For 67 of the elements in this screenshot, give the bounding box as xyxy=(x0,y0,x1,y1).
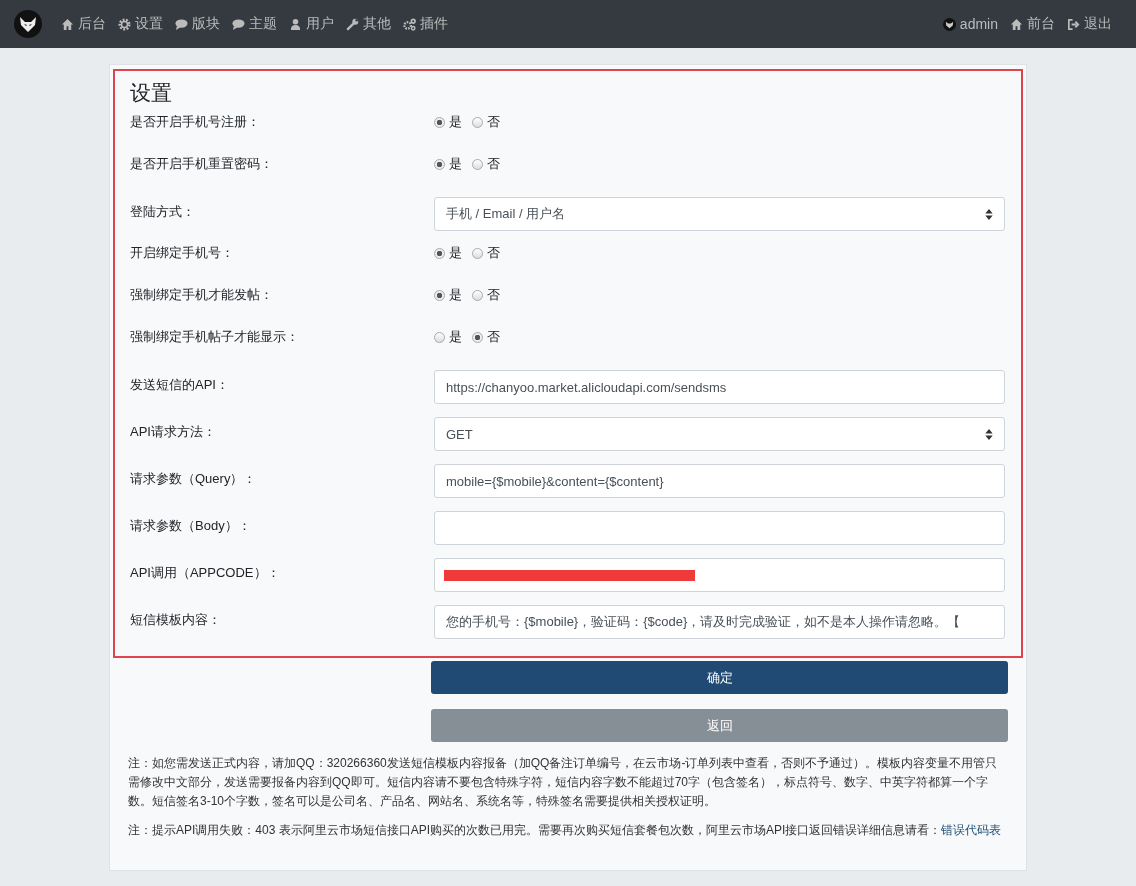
user-icon xyxy=(289,17,302,31)
nav-link[interactable]: admin xyxy=(942,16,998,32)
bubble-icon xyxy=(175,17,188,31)
select-dropdown[interactable]: GET xyxy=(434,417,1005,451)
radio-option[interactable]: 否 xyxy=(472,244,500,262)
radio-option[interactable]: 否 xyxy=(472,155,500,173)
field-label: API请求方法： xyxy=(130,423,217,441)
note-text: 注：提示API调用失败：403 表示阿里云市场短信接口API购买的次数已用完。需要再次购买短信套餐包次数，阿里云市场API接口返回错误详细信息请看：错误代码表 xyxy=(128,822,1003,839)
select-dropdown[interactable]: 手机 / Email / 用户名 xyxy=(434,197,1005,231)
sort-caret-icon xyxy=(985,428,993,440)
radio-button[interactable] xyxy=(472,116,483,128)
radio-option[interactable]: 是 xyxy=(434,244,462,262)
radio-option[interactable]: 是 xyxy=(434,113,462,131)
radio-option[interactable]: 是 xyxy=(434,328,462,346)
input-field[interactable] xyxy=(434,511,1005,545)
field-label: 是否开启手机号注册： xyxy=(130,113,261,131)
nav-link[interactable]: 主题 xyxy=(232,15,277,33)
wrench-icon xyxy=(346,17,359,31)
radio-option[interactable]: 否 xyxy=(472,286,500,304)
gear-icon xyxy=(118,17,131,31)
radio-button[interactable] xyxy=(472,331,483,343)
nav-link[interactable]: 用户 xyxy=(289,15,334,33)
nav-link[interactable]: 设置 xyxy=(118,15,163,33)
home-icon xyxy=(61,17,74,31)
nav-link[interactable]: 其他 xyxy=(346,15,391,33)
input-field[interactable] xyxy=(434,558,1005,592)
radio-button[interactable] xyxy=(434,116,445,128)
nav-link[interactable]: 后台 xyxy=(61,15,106,33)
bubble-icon xyxy=(232,17,245,31)
nav-link[interactable]: 插件 xyxy=(403,15,448,33)
field-label: 请求参数（Query）： xyxy=(130,470,258,488)
nav-link[interactable]: 版块 xyxy=(175,15,220,33)
logo-icon[interactable] xyxy=(14,10,42,38)
input-field[interactable]: 您的手机号：{$mobile}，验证码：{$code}，请及时完成验证，如不是本人操作请忽略。【 xyxy=(434,605,1005,639)
confirm-button[interactable]: 确定 xyxy=(431,661,1008,694)
radio-button[interactable] xyxy=(434,289,445,301)
nav-link[interactable]: 前台 xyxy=(1010,15,1055,33)
radio-option[interactable]: 是 xyxy=(434,155,462,173)
radio-option[interactable]: 否 xyxy=(472,113,500,131)
field-label: API调用（APPCODE）： xyxy=(130,564,281,582)
gears-icon xyxy=(403,17,416,31)
radio-option[interactable]: 否 xyxy=(472,328,500,346)
avatar-icon xyxy=(942,17,956,31)
radio-option[interactable]: 是 xyxy=(434,286,462,304)
field-label: 登陆方式： xyxy=(130,203,196,221)
error-code-link[interactable]: 错误代码表 xyxy=(941,823,1002,837)
card-title: 设置 xyxy=(130,80,173,106)
radio-button[interactable] xyxy=(434,331,445,343)
radio-button[interactable] xyxy=(472,158,483,170)
sign-out-icon xyxy=(1067,17,1080,31)
field-label: 发送短信的API： xyxy=(130,376,230,394)
input-field[interactable]: https://chanyoo.market.alicloudapi.com/sendsms xyxy=(434,370,1005,404)
field-label: 强制绑定手机才能发帖： xyxy=(130,286,274,304)
radio-button[interactable] xyxy=(472,247,483,259)
home-icon xyxy=(1010,17,1023,31)
sort-caret-icon xyxy=(985,208,993,220)
nav-link[interactable]: 退出 xyxy=(1067,15,1112,33)
field-label: 请求参数（Body）： xyxy=(130,517,252,535)
radio-button[interactable] xyxy=(434,158,445,170)
field-label: 短信模板内容： xyxy=(130,611,222,629)
field-label: 开启绑定手机号： xyxy=(130,244,235,262)
radio-button[interactable] xyxy=(472,289,483,301)
field-label: 是否开启手机重置密码： xyxy=(130,155,274,173)
radio-button[interactable] xyxy=(434,247,445,259)
input-field[interactable]: mobile={$mobile}&content={$content} xyxy=(434,464,1005,498)
field-label: 强制绑定手机帖子才能显示： xyxy=(130,328,300,346)
note-text: 注：如您需发送正式内容，请加QQ：320266360发送短信模板内容报备（加QQ备注订单编号，在云市场-订单列表中查看，否则不予通过）。模板内容变量不用管只需修改中文部分，发送需要报备内容到QQ即可。短信内容请不要包含特殊字符，短信内容字数不能超过70字（包含签名），标点符号、数字、中英字符都算一个字数。短信签名3-10个字数，签名可以是公司名、产品名、网站名、系统名等，特殊签名需要提供相关授权证明。 xyxy=(128,755,999,810)
